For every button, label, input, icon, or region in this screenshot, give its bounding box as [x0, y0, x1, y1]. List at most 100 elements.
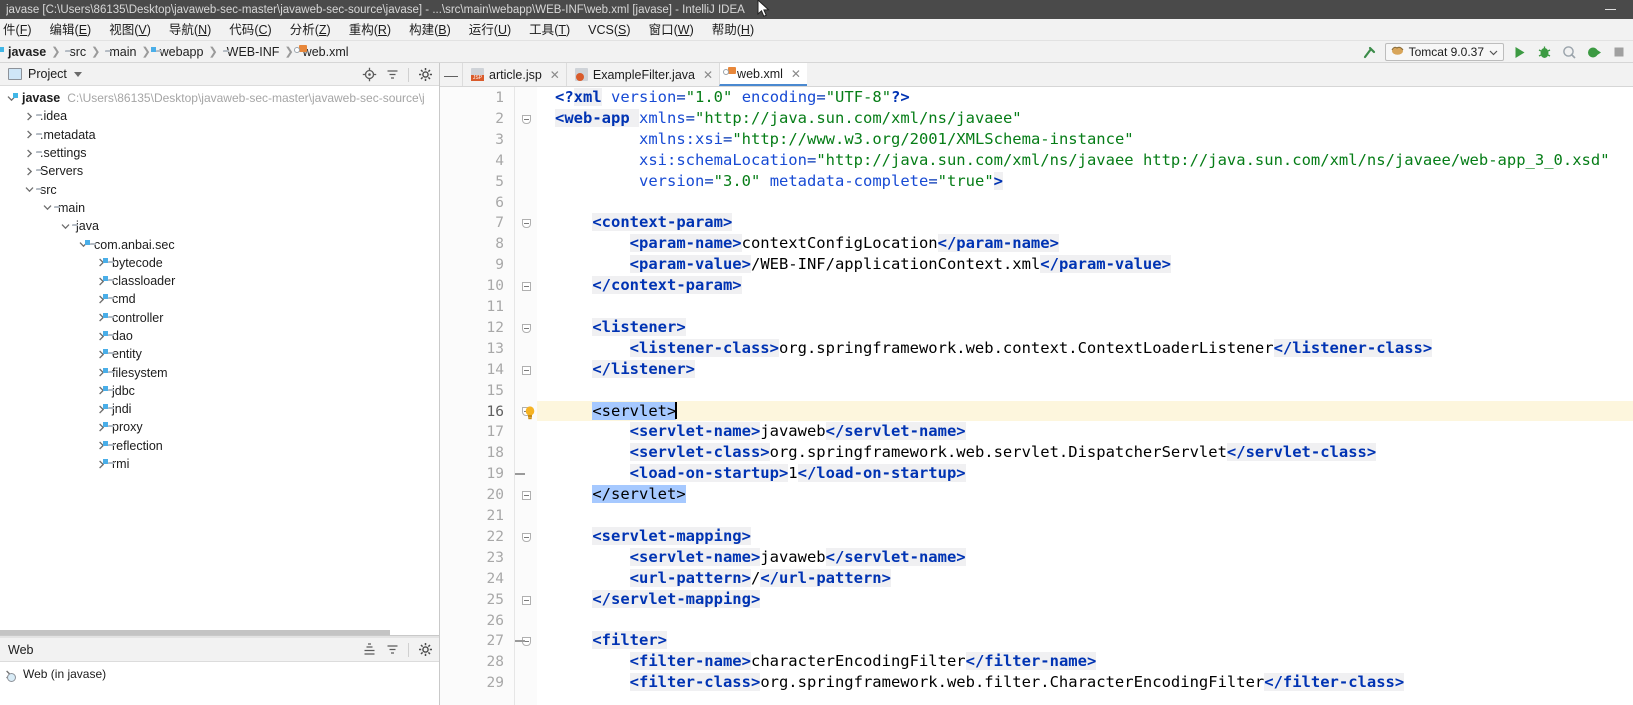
- menu-help[interactable]: 帮助(H): [703, 20, 763, 40]
- tree-item-jndi[interactable]: jndi: [0, 400, 439, 418]
- code-line[interactable]: <load-on-startup>1</load-on-startup>: [537, 463, 1633, 484]
- tree-item-java[interactable]: java: [0, 217, 439, 235]
- code-line[interactable]: [537, 610, 1633, 631]
- fold-end-icon[interactable]: [515, 590, 537, 611]
- run-icon[interactable]: [1509, 42, 1529, 62]
- code-line[interactable]: <servlet-mapping>: [537, 526, 1633, 547]
- tree-item-classloader[interactable]: classloader: [0, 272, 439, 290]
- fold-end-icon[interactable]: [515, 485, 537, 506]
- tree-item-src[interactable]: src: [0, 180, 439, 198]
- breadcrumb-webxml[interactable]: web.xml: [293, 44, 351, 59]
- tree-item-com-anbai-sec[interactable]: com.anbai.sec: [0, 235, 439, 253]
- breadcrumb-webinf[interactable]: WEB-INF: [221, 45, 282, 59]
- tree-item--metadata[interactable]: .metadata: [0, 126, 439, 144]
- settings-gear-icon[interactable]: [415, 65, 435, 85]
- intention-bulb-icon[interactable]: [524, 405, 536, 426]
- code-line[interactable]: [537, 505, 1633, 526]
- code-line[interactable]: <filter-name>characterEncodingFilter</fi…: [537, 651, 1633, 672]
- code-editor[interactable]: 1 2 3 4 5 6 7 8 9 10 11 12 13 14 15 16 17 18 19 20 21 22 23 24 2…: [440, 87, 1633, 705]
- stop-icon[interactable]: [1609, 42, 1629, 62]
- run-profiler-icon[interactable]: [1584, 42, 1604, 62]
- code-line[interactable]: <servlet-name>javaweb</servlet-name>: [537, 547, 1633, 568]
- line-number-gutter[interactable]: 1 2 3 4 5 6 7 8 9 10 11 12 13 14 15 16 17 18 19 20 21 22 23 24 2…: [440, 87, 515, 705]
- settings-gear-icon[interactable]: [415, 640, 435, 660]
- code-line[interactable]: <servlet-class>org.springframework.web.s…: [537, 442, 1633, 463]
- code-line[interactable]: [537, 380, 1633, 401]
- code-line[interactable]: [537, 192, 1633, 213]
- menu-navigate[interactable]: 导航(N): [160, 20, 220, 40]
- code-line[interactable]: <url-pattern>/</url-pattern>: [537, 568, 1633, 589]
- code-line[interactable]: </servlet-mapping>: [537, 589, 1633, 610]
- code-line[interactable]: <context-param>: [537, 212, 1633, 233]
- tab-web-xml[interactable]: web.xml ✕: [719, 63, 807, 86]
- code-line[interactable]: </servlet>: [537, 484, 1633, 505]
- run-configuration-selector[interactable]: Tomcat 9.0.37: [1384, 43, 1504, 61]
- breadcrumb-main[interactable]: main: [103, 45, 138, 59]
- tree-item-controller[interactable]: controller: [0, 309, 439, 327]
- web-tree-item[interactable]: Web (in javase): [0, 665, 439, 683]
- code-line[interactable]: <listener>: [537, 317, 1633, 338]
- code-line[interactable]: <filter-class>org.springframework.web.fi…: [537, 672, 1633, 693]
- tree-item-main[interactable]: main: [0, 199, 439, 217]
- breadcrumb-javase[interactable]: javase: [2, 45, 48, 59]
- tree-item-javase[interactable]: javase C:\Users\86135\Desktop\javaweb-sec…: [0, 89, 439, 107]
- menu-run[interactable]: 运行(U): [460, 20, 520, 40]
- menu-window[interactable]: 窗口(W): [640, 20, 703, 40]
- code-line[interactable]: version="3.0" metadata-complete="true">: [537, 171, 1633, 192]
- code-line[interactable]: <web-app xmlns="http://java.sun.com/xml/…: [537, 108, 1633, 129]
- close-icon[interactable]: ✕: [703, 68, 713, 82]
- tab-examplefilter-java[interactable]: ExampleFilter.java ✕: [565, 63, 720, 86]
- menu-code[interactable]: 代码(C): [220, 20, 280, 40]
- menu-build[interactable]: 构建(B): [400, 20, 460, 40]
- tree-item-rmi[interactable]: rmi: [0, 455, 439, 473]
- tree-expand-arrow-icon[interactable]: [41, 203, 54, 212]
- code-line[interactable]: <param-value>/WEB-INF/applicationContext…: [537, 254, 1633, 275]
- tree-item-proxy[interactable]: proxy: [0, 418, 439, 436]
- collapse-all-icon[interactable]: [382, 640, 402, 660]
- tree-item-filesystem[interactable]: filesystem: [0, 363, 439, 381]
- fold-collapse-icon[interactable]: [515, 527, 537, 548]
- code-line[interactable]: [537, 296, 1633, 317]
- debug-icon[interactable]: [1534, 42, 1554, 62]
- tab-article-jsp[interactable]: JSP article.jsp ✕: [462, 63, 566, 86]
- project-tree-horizontal-scrollbar[interactable]: [0, 630, 390, 635]
- close-icon[interactable]: ✕: [550, 68, 560, 82]
- tree-item-bytecode[interactable]: bytecode: [0, 254, 439, 272]
- tree-item-reflection[interactable]: reflection: [0, 437, 439, 455]
- chevron-down-icon[interactable]: [73, 71, 82, 77]
- tree-item-servers[interactable]: Servers: [0, 162, 439, 180]
- expand-all-icon[interactable]: [359, 640, 379, 660]
- fold-collapse-icon[interactable]: [515, 213, 537, 234]
- tree-item-dao[interactable]: dao: [0, 327, 439, 345]
- code-line[interactable]: xsi:schemaLocation="http://java.sun.com/…: [537, 150, 1633, 171]
- code-folding-strip[interactable]: [515, 87, 537, 705]
- fold-collapse-icon[interactable]: [515, 109, 537, 130]
- collapse-all-icon[interactable]: [382, 65, 402, 85]
- build-hammer-icon[interactable]: [1360, 42, 1380, 62]
- breadcrumb-src[interactable]: src: [63, 45, 88, 59]
- tree-item-jdbc[interactable]: jdbc: [0, 382, 439, 400]
- run-with-coverage-icon[interactable]: [1559, 42, 1579, 62]
- minimize-button[interactable]: [1587, 0, 1633, 19]
- tree-collapse-arrow-icon[interactable]: [23, 130, 36, 139]
- tree-item-entity[interactable]: entity: [0, 345, 439, 363]
- hide-tabs-button[interactable]: —: [440, 63, 462, 86]
- menu-tools[interactable]: 工具(T): [520, 20, 579, 40]
- tree-collapse-arrow-icon[interactable]: [23, 149, 36, 158]
- fold-collapse-icon[interactable]: [515, 318, 537, 339]
- tree-expand-arrow-icon[interactable]: [59, 222, 72, 231]
- tree-item-cmd[interactable]: cmd: [0, 290, 439, 308]
- tree-expand-arrow-icon[interactable]: [23, 185, 36, 194]
- code-line[interactable]: </listener>: [537, 359, 1633, 380]
- fold-end-icon[interactable]: [515, 360, 537, 381]
- code-line[interactable]: <param-name>contextConfigLocation</param…: [537, 233, 1633, 254]
- tree-item--settings[interactable]: .settings: [0, 144, 439, 162]
- menu-view[interactable]: 视图(V): [100, 20, 160, 40]
- tree-item--idea[interactable]: .idea: [0, 107, 439, 125]
- code-line[interactable]: <listener-class>org.springframework.web.…: [537, 338, 1633, 359]
- menu-refactor[interactable]: 重构(R): [340, 20, 400, 40]
- code-line[interactable]: <servlet-name>javaweb</servlet-name>: [537, 421, 1633, 442]
- code-line[interactable]: <?xml version="1.0" encoding="UTF-8"?>: [537, 87, 1633, 108]
- code-line[interactable]: <filter>: [537, 630, 1633, 651]
- menu-file[interactable]: 件(F): [0, 20, 41, 40]
